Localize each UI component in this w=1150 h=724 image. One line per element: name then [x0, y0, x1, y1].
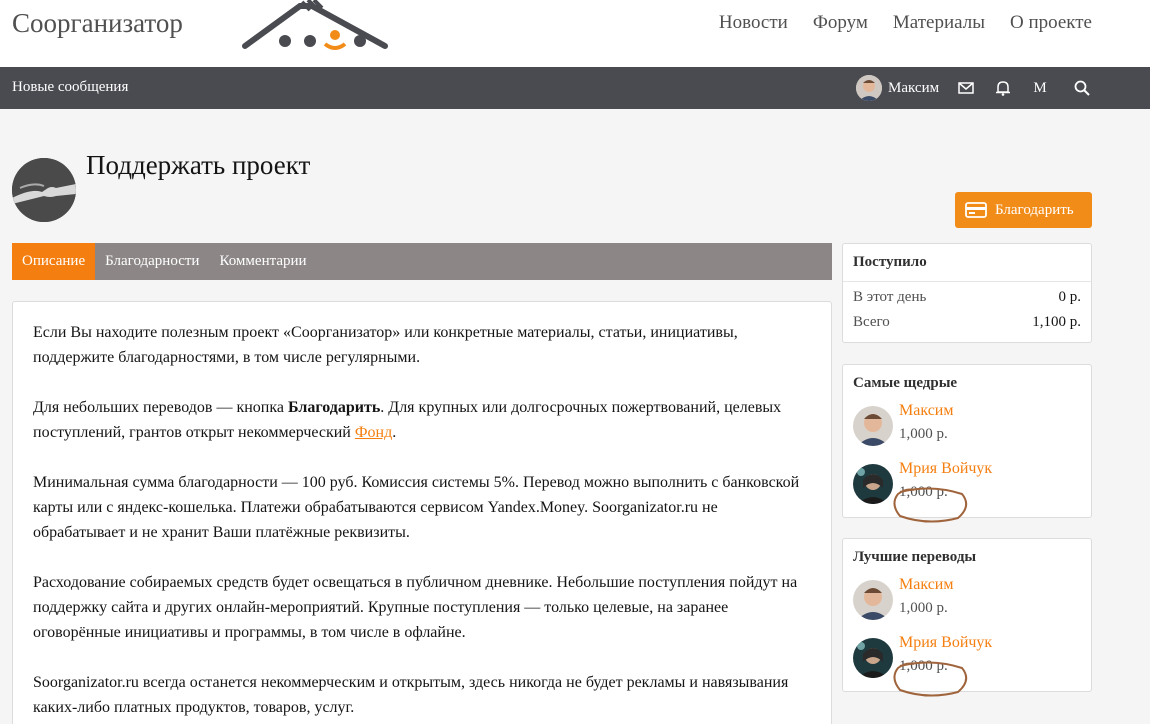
donor-avatar: [853, 406, 893, 446]
tab-bar: Описание Благодарности Комментарии: [12, 243, 832, 280]
donor-avatar: [853, 464, 893, 504]
paragraph-2: Для небольших переводов — кнопка Благода…: [33, 399, 782, 441]
donor-amount: 1,000 р.: [899, 484, 948, 500]
generous-box: Самые щедрые Максим 1,000 р. Мрия Войчук…: [842, 364, 1092, 518]
donor-item[interactable]: Мрия Войчук 1,000 р.: [843, 634, 1091, 692]
best-transfers-title: Лучшие переводы: [853, 549, 977, 565]
logo-icon[interactable]: [240, 0, 390, 56]
tab-thanks[interactable]: Благодарности: [95, 243, 209, 280]
paragraph-5: Soorganizator.ru всегда останется некомм…: [33, 674, 789, 716]
credit-card-icon: [965, 202, 987, 218]
user-avatar: [856, 75, 882, 101]
fund-link[interactable]: Фонд: [355, 424, 392, 441]
tab-description[interactable]: Описание: [12, 243, 96, 280]
donor-amount: 1,000 р.: [899, 600, 948, 616]
page-avatar: [12, 158, 76, 222]
donor-name[interactable]: Мрия Войчук: [899, 460, 992, 478]
user-menu[interactable]: Максим: [856, 75, 939, 101]
tab-comments[interactable]: Комментарии: [209, 243, 316, 280]
received-total-row: Всего 1,100 р.: [853, 314, 1081, 330]
nav-news[interactable]: Новости: [719, 12, 788, 34]
menu-letter[interactable]: M: [1029, 77, 1051, 99]
paragraph-3: Минимальная сумма благодарности — 100 ру…: [33, 474, 800, 541]
donor-item[interactable]: Максим 1,000 р.: [843, 576, 1091, 634]
description-panel: Если Вы находите полезным проект «Соорга…: [12, 301, 832, 724]
envelope-icon[interactable]: [955, 77, 977, 99]
donor-name[interactable]: Мрия Войчук: [899, 634, 992, 652]
donor-name[interactable]: Максим: [899, 576, 954, 594]
donor-amount: 1,000 р.: [899, 426, 948, 442]
nav-forum[interactable]: Форум: [813, 12, 868, 34]
donor-item[interactable]: Мрия Войчук 1,000 р.: [843, 460, 1091, 518]
bell-icon[interactable]: [992, 77, 1014, 99]
search-icon[interactable]: [1071, 77, 1093, 99]
donor-amount: 1,000 р.: [899, 658, 948, 674]
new-messages-link[interactable]: Новые сообщения: [12, 79, 128, 96]
main-nav: Новости Форум Материалы О проекте: [719, 12, 1092, 34]
site-header: Соорганизатор Новости Форум Материалы О …: [0, 0, 1150, 67]
page-title: Поддержать проект: [86, 150, 311, 180]
donor-avatar: [853, 580, 893, 620]
generous-title: Самые щедрые: [853, 375, 958, 391]
nav-materials[interactable]: Материалы: [893, 12, 985, 34]
received-today-row: В этот день 0 р.: [853, 289, 1081, 305]
donor-avatar: [853, 638, 893, 678]
user-bar: Новые сообщения Максим M: [0, 67, 1150, 109]
received-title: Поступило: [853, 254, 927, 270]
best-transfers-box: Лучшие переводы Максим 1,000 р. Мрия Вой…: [842, 538, 1092, 692]
site-title[interactable]: Соорганизатор: [12, 8, 183, 39]
thank-emphasis: Благодарить: [288, 399, 381, 416]
donor-item[interactable]: Максим 1,000 р.: [843, 402, 1091, 460]
thank-button[interactable]: Благодарить: [955, 192, 1092, 228]
thank-button-label: Благодарить: [995, 201, 1074, 218]
user-name: Максим: [888, 79, 940, 96]
paragraph-1: Если Вы находите полезным проект «Соорга…: [33, 324, 738, 366]
paragraph-4: Расходование собираемых средств будет ос…: [33, 574, 798, 641]
received-box: Поступило В этот день 0 р. Всего 1,100 р…: [842, 243, 1092, 343]
nav-about[interactable]: О проекте: [1010, 12, 1092, 34]
donor-name[interactable]: Максим: [899, 402, 954, 420]
